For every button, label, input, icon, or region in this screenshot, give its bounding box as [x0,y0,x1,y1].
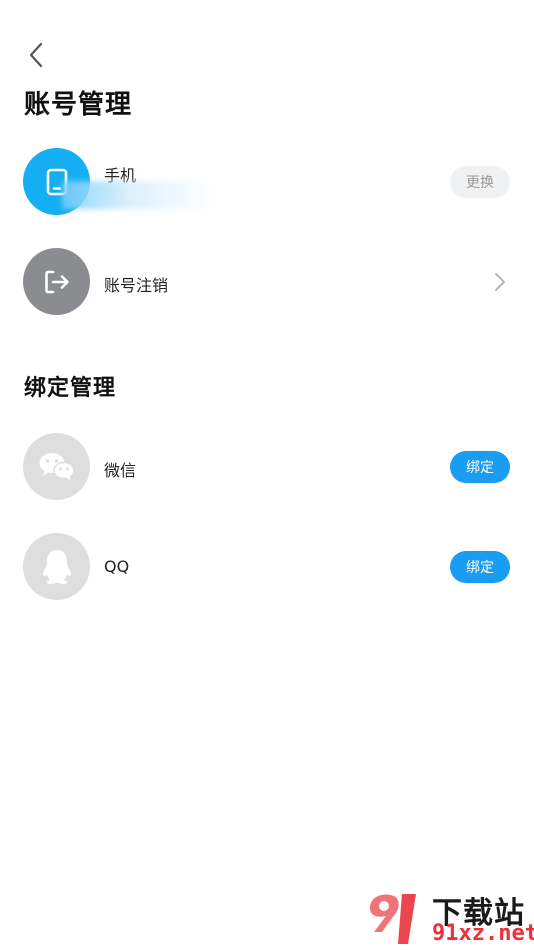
watermark-logo-icon [370,894,416,944]
account-cancel-row[interactable]: 账号注销 [0,248,534,318]
phone-number-redacted [62,181,212,209]
binding-section-title: 绑定管理 [24,376,117,401]
bind-qq-button[interactable]: 绑定 [450,551,510,583]
wechat-label: 微信 [104,461,137,480]
page-title: 账号管理 [24,90,133,120]
chevron-left-icon [29,42,43,68]
wechat-avatar [23,433,90,500]
back-button[interactable] [20,38,52,72]
qq-label: QQ [104,557,130,576]
logout-icon [44,270,69,293]
qq-avatar [23,533,90,600]
wechat-row: 微信 绑定 [0,433,534,503]
wechat-icon [39,452,75,480]
qq-penguin-icon [42,549,71,584]
qq-row: QQ 绑定 [0,533,534,603]
change-phone-button[interactable]: 更换 [450,166,510,198]
watermark-url: 91xz.net [432,921,534,946]
site-watermark: 下载站 91xz.net [362,888,534,950]
bind-wechat-button[interactable]: 绑定 [450,451,510,483]
phone-row: 手机 更换 [0,148,534,218]
account-cancel-label: 账号注销 [104,276,169,295]
logout-avatar [23,248,90,315]
chevron-right-icon [495,273,505,291]
